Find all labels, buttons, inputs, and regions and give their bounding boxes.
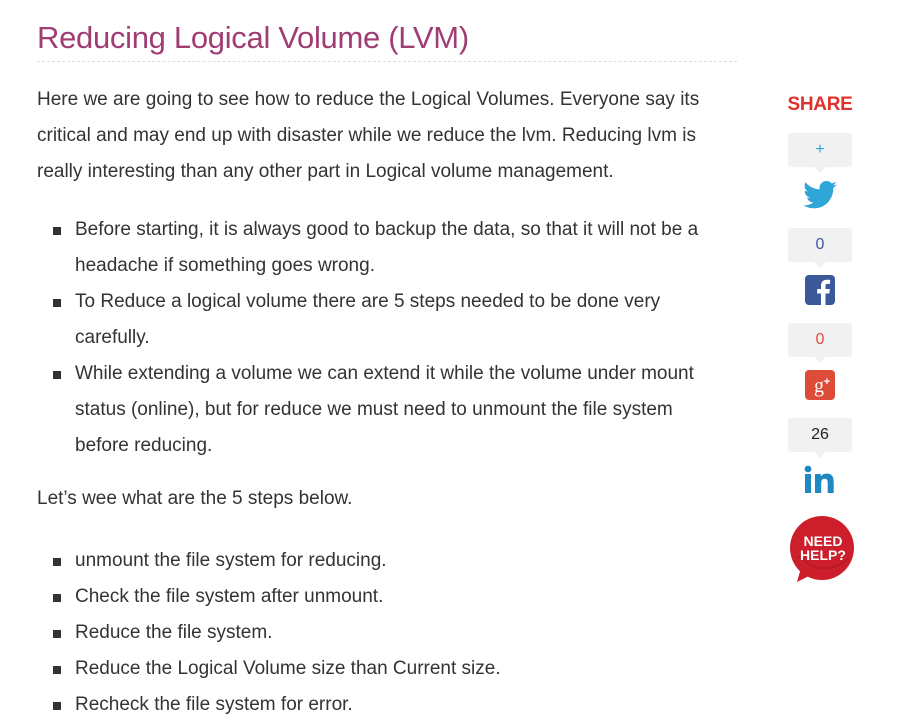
share-title: SHARE — [787, 94, 853, 115]
facebook-icon — [805, 275, 835, 305]
list-item: Before starting, it is always good to ba… — [37, 212, 727, 284]
list-item: Reduce the file system. — [37, 615, 737, 651]
intro-paragraph: Here we are going to see how to reduce t… — [37, 89, 700, 182]
title-divider — [37, 61, 737, 62]
steps-list: unmount the file system for reducing. Ch… — [37, 543, 737, 723]
bullet-icon — [53, 630, 61, 638]
facebook-share-button[interactable] — [800, 270, 840, 310]
list-item: Recheck the file system for error. — [37, 687, 737, 723]
list-item: Reduce the Logical Volume size than Curr… — [37, 651, 737, 687]
bullet-icon — [53, 666, 61, 674]
bullet-icon — [53, 227, 61, 235]
bullet-icon — [53, 299, 61, 307]
list-item: While extending a volume we can extend i… — [37, 356, 727, 464]
article: Reducing Logical Volume (LVM) Here we ar… — [37, 0, 737, 723]
need-help-icon: NEED HELP? — [790, 516, 854, 582]
need-help-button[interactable]: NEED HELP? — [787, 516, 857, 586]
list-item: To Reduce a logical volume there are 5 s… — [37, 284, 727, 356]
svg-text:+: + — [824, 376, 830, 388]
share-sidebar: SHARE + 0 0 g + 26 NEED HELP? — [787, 90, 854, 586]
bullet-icon — [53, 558, 61, 566]
facebook-share-count: 0 — [788, 228, 852, 268]
twitter-share-count: + — [788, 133, 852, 173]
need-help-line2: HELP? — [800, 547, 846, 563]
bullet-icon — [53, 594, 61, 602]
google-plus-share-count: 0 — [788, 323, 852, 363]
bullet-icon — [53, 371, 61, 379]
list-item: Check the file system after unmount. — [37, 579, 737, 615]
steps-intro-paragraph: Let’s wee what are the 5 steps below. — [37, 488, 353, 509]
linkedin-share-button[interactable] — [800, 460, 840, 500]
svg-text:g: g — [814, 375, 824, 397]
twitter-share-button[interactable] — [800, 175, 840, 215]
page-title: Reducing Logical Volume (LVM) — [37, 20, 469, 55]
twitter-icon — [803, 181, 837, 209]
linkedin-share-count: 26 — [788, 418, 852, 458]
google-plus-icon: g + — [805, 370, 835, 400]
list-item: unmount the file system for reducing. — [37, 543, 737, 579]
linkedin-icon — [804, 465, 834, 493]
bullet-icon — [53, 702, 61, 710]
notes-list: Before starting, it is always good to ba… — [37, 212, 727, 464]
google-plus-share-button[interactable]: g + — [800, 365, 840, 405]
